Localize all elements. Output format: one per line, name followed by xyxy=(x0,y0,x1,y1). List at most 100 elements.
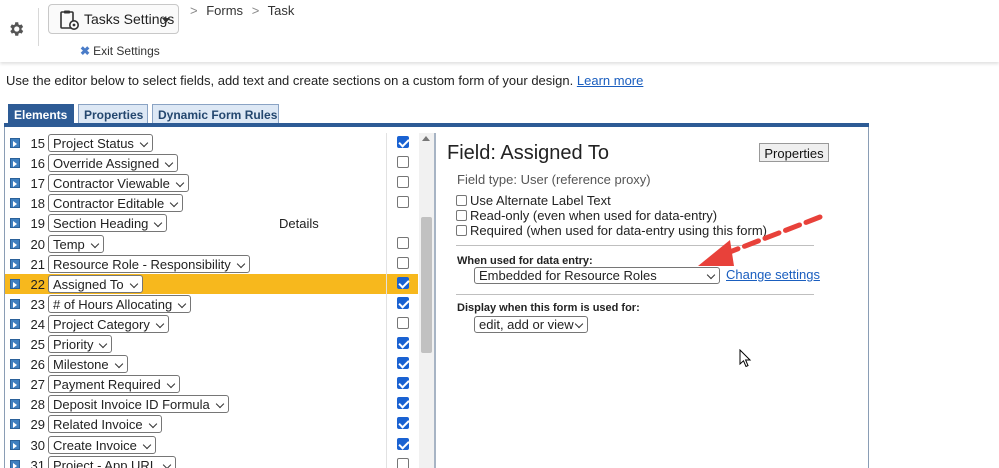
display-mode-select[interactable]: edit, add or view xyxy=(474,316,588,333)
tab-properties[interactable]: Properties xyxy=(78,104,148,124)
field-number: 28 xyxy=(30,397,45,413)
expand-arrow-icon[interactable] xyxy=(10,198,20,209)
required-checkbox[interactable] xyxy=(456,225,467,236)
field-select[interactable]: Project Status xyxy=(48,134,153,152)
field-row[interactable]: 29 Related Invoice xyxy=(5,414,418,434)
column-divider xyxy=(386,133,387,468)
field-row[interactable]: 22 Assigned To xyxy=(5,273,418,294)
field-include-checkbox[interactable] xyxy=(397,457,409,468)
scroll-thumb[interactable] xyxy=(421,217,432,353)
expand-arrow-icon[interactable] xyxy=(10,238,20,249)
field-row[interactable]: 26 Milestone xyxy=(5,354,418,374)
field-row[interactable]: 16 Override Assigned xyxy=(5,153,418,173)
annotation-arrow-icon xyxy=(698,214,823,266)
expand-arrow-icon[interactable] xyxy=(10,439,20,450)
expand-arrow-icon[interactable] xyxy=(10,359,20,370)
field-row[interactable]: 18 Contractor Editable xyxy=(5,193,418,213)
tab-elements[interactable]: Elements xyxy=(8,104,74,124)
field-select[interactable]: Deposit Invoice ID Formula xyxy=(48,395,229,414)
field-include-checkbox[interactable] xyxy=(397,156,409,169)
chevron-down-icon xyxy=(162,18,170,23)
exit-settings-link[interactable]: ✖ Exit Settings xyxy=(80,44,160,58)
field-number: 25 xyxy=(30,337,45,352)
data-entry-label: When used for data entry: xyxy=(457,255,593,267)
field-row[interactable]: 24 Project Category xyxy=(5,314,418,334)
field-select[interactable]: Project - App URL xyxy=(48,455,177,468)
field-include-checkbox[interactable] xyxy=(397,296,409,309)
section-divider xyxy=(456,294,814,295)
expand-arrow-icon[interactable] xyxy=(10,399,20,410)
field-select[interactable]: Related Invoice xyxy=(48,415,162,434)
tab-dynamic-form-rules[interactable]: Dynamic Form Rules xyxy=(152,104,279,124)
expand-arrow-icon[interactable] xyxy=(10,419,20,430)
field-row[interactable]: 23 # of Hours Allocating xyxy=(5,294,418,314)
pane-divider[interactable] xyxy=(434,133,436,468)
alternate-label-checkbox[interactable] xyxy=(456,195,467,206)
field-row[interactable]: 19 Section Heading Details xyxy=(5,213,418,233)
read-only-option[interactable]: Read-only (even when used for data-entry… xyxy=(456,208,717,223)
read-only-checkbox[interactable] xyxy=(456,210,467,221)
field-row[interactable]: 30 Create Invoice xyxy=(5,435,418,455)
learn-more-link[interactable]: Learn more xyxy=(577,73,643,88)
field-list-scrollbar[interactable] xyxy=(419,133,434,468)
expand-arrow-icon[interactable] xyxy=(10,278,20,289)
clipboard-gear-icon xyxy=(60,10,79,30)
breadcrumb-forms[interactable]: Forms xyxy=(206,3,243,18)
field-row[interactable]: 25 Priority xyxy=(5,334,418,354)
field-select[interactable]: Project Category xyxy=(48,314,169,333)
field-row[interactable]: 15 Project Status xyxy=(5,133,418,153)
field-row[interactable]: 31 Project - App URL xyxy=(5,455,418,468)
tasks-settings-button[interactable]: Tasks Settings xyxy=(48,4,179,34)
field-select[interactable]: Section Heading xyxy=(48,214,168,233)
field-select[interactable]: Payment Required xyxy=(48,375,180,394)
field-include-checkbox[interactable] xyxy=(397,417,409,430)
field-select[interactable]: Temp xyxy=(48,234,104,253)
field-include-checkbox[interactable] xyxy=(397,377,409,390)
field-number: 26 xyxy=(30,357,45,373)
data-entry-select[interactable]: Embedded for Resource Roles xyxy=(474,267,720,284)
field-include-checkbox[interactable] xyxy=(397,176,409,189)
expand-arrow-icon[interactable] xyxy=(10,258,20,269)
field-select[interactable]: Contractor Viewable xyxy=(48,174,189,193)
field-include-checkbox[interactable] xyxy=(397,337,409,349)
field-select[interactable]: Override Assigned xyxy=(48,154,179,173)
field-select[interactable]: Milestone xyxy=(48,355,128,374)
expand-arrow-icon[interactable] xyxy=(10,218,20,229)
field-number: 22 xyxy=(30,276,45,292)
field-select[interactable]: # of Hours Allocating xyxy=(48,294,192,313)
field-row[interactable]: 17 Contractor Viewable xyxy=(5,173,418,193)
field-include-checkbox[interactable] xyxy=(397,236,409,249)
field-include-checkbox[interactable] xyxy=(397,357,409,370)
field-include-checkbox[interactable] xyxy=(397,136,409,148)
gear-icon[interactable] xyxy=(7,20,25,38)
field-list: 15 Project Status 16 Override Assigned 17 Con… xyxy=(5,133,418,468)
field-row[interactable]: 21 Resource Role - Responsibility xyxy=(5,254,418,274)
expand-arrow-icon[interactable] xyxy=(10,138,20,148)
scroll-up-icon[interactable] xyxy=(422,136,430,141)
field-row[interactable]: 28 Deposit Invoice ID Formula xyxy=(5,394,418,414)
field-select[interactable]: Assigned To xyxy=(48,274,143,293)
field-select[interactable]: Resource Role - Responsibility xyxy=(48,254,250,273)
mouse-cursor-icon xyxy=(739,349,752,368)
field-select[interactable]: Create Invoice xyxy=(48,435,156,454)
field-include-checkbox[interactable] xyxy=(397,276,409,289)
field-select[interactable]: Contractor Editable xyxy=(48,194,184,213)
expand-arrow-icon[interactable] xyxy=(10,339,20,349)
field-row[interactable]: 20 Temp xyxy=(5,234,418,254)
breadcrumb: > Forms > Task xyxy=(185,3,294,18)
field-select[interactable]: Priority xyxy=(48,335,113,353)
expand-arrow-icon[interactable] xyxy=(10,158,20,169)
field-include-checkbox[interactable] xyxy=(397,196,409,209)
field-include-checkbox[interactable] xyxy=(397,437,409,450)
expand-arrow-icon[interactable] xyxy=(10,459,20,468)
expand-arrow-icon[interactable] xyxy=(10,178,20,189)
alternate-label-option[interactable]: Use Alternate Label Text xyxy=(456,193,611,208)
field-include-checkbox[interactable] xyxy=(397,316,409,329)
properties-button[interactable]: Properties xyxy=(759,143,829,162)
expand-arrow-icon[interactable] xyxy=(10,379,20,390)
field-include-checkbox[interactable] xyxy=(397,397,409,410)
field-include-checkbox[interactable] xyxy=(397,256,409,269)
expand-arrow-icon[interactable] xyxy=(10,318,20,329)
field-row[interactable]: 27 Payment Required xyxy=(5,374,418,394)
expand-arrow-icon[interactable] xyxy=(10,298,20,309)
